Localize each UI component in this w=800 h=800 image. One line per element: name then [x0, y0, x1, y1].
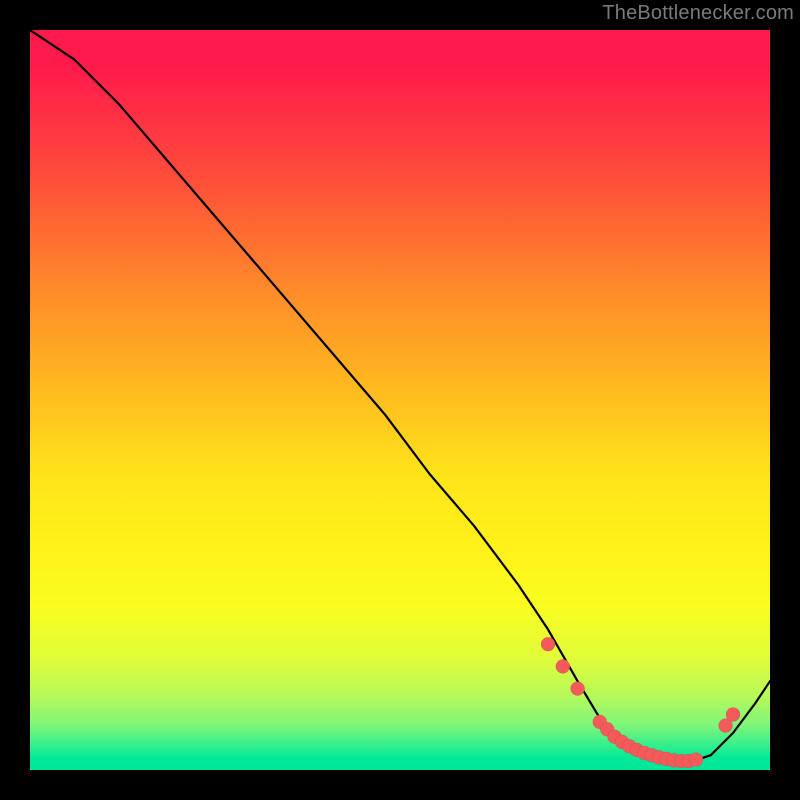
- plot-area: [30, 30, 770, 770]
- data-markers: [541, 637, 740, 768]
- bottleneck-curve: [30, 30, 770, 763]
- data-marker: [541, 637, 555, 651]
- chart-overlay: [30, 30, 770, 770]
- attribution-text: TheBottlenecker.com: [602, 2, 794, 25]
- data-marker: [556, 659, 570, 673]
- data-marker: [689, 753, 703, 767]
- data-marker: [726, 708, 740, 722]
- data-marker: [571, 682, 585, 696]
- chart-container: TheBottlenecker.com: [0, 0, 800, 800]
